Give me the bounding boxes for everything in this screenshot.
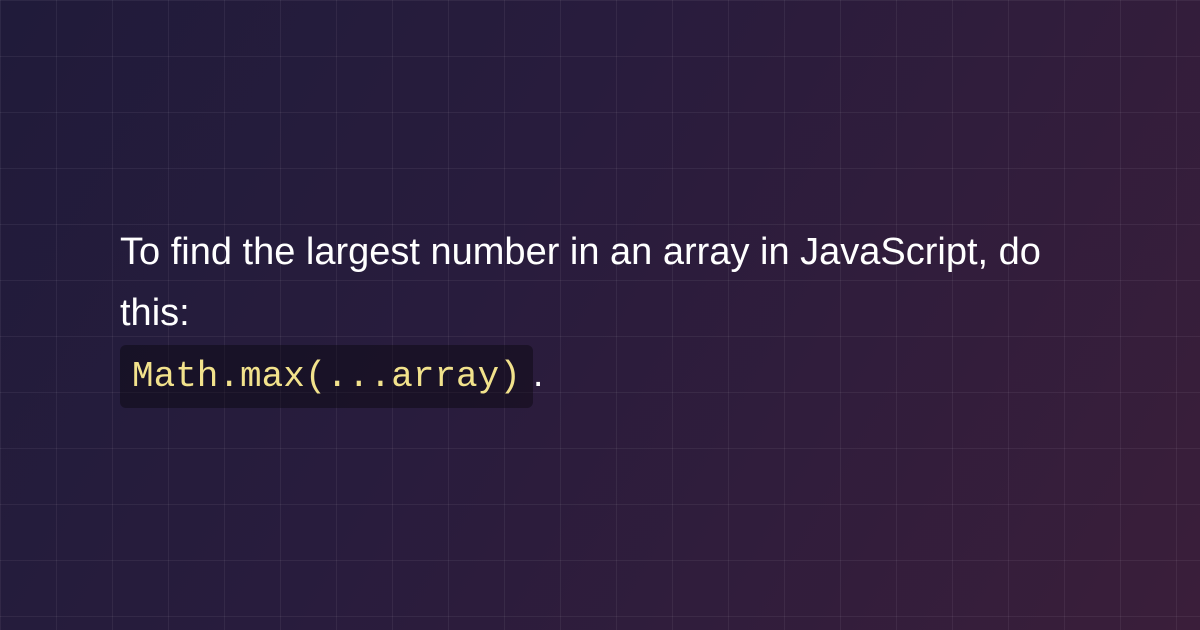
instruction-text: To find the largest number in an array i… [120,222,1080,408]
intro-text: To find the largest number in an array i… [120,231,1041,334]
trailing-period: . [533,353,544,395]
main-content: To find the largest number in an array i… [120,222,1080,408]
code-snippet: Math.max(...array) [120,345,533,409]
